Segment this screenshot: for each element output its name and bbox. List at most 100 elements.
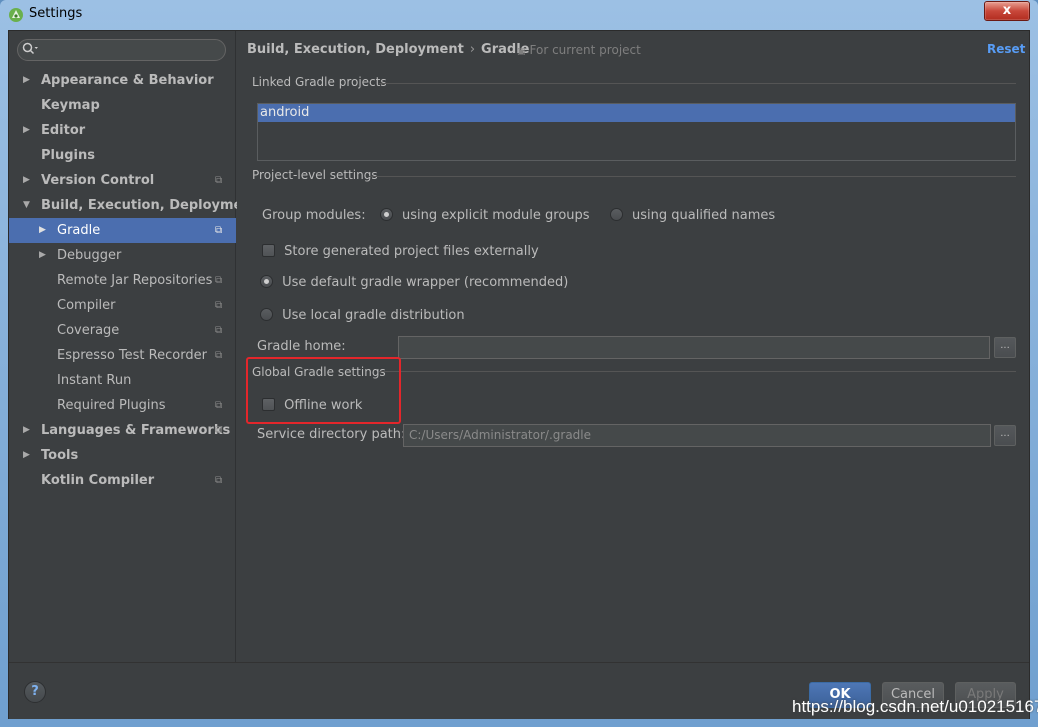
- project-scope-icon: ⧉: [215, 300, 223, 311]
- reset-link[interactable]: Reset: [987, 42, 1025, 56]
- sidebar-item-tools[interactable]: ▶ Tools: [9, 443, 236, 468]
- settings-tree: ▶ Appearance & Behavior Keymap ▶ Editor Plugi…: [9, 68, 258, 493]
- window-title: Settings: [29, 6, 83, 21]
- expand-right-icon[interactable]: ▶: [23, 168, 33, 193]
- local-distribution-radio[interactable]: [260, 308, 273, 321]
- sidebar-item-label: Build, Execution, Deployment: [41, 198, 258, 213]
- search-input[interactable]: [17, 39, 226, 61]
- sidebar-item-version-control[interactable]: ▶ Version Control ⧉: [9, 168, 236, 193]
- expand-right-icon[interactable]: ▶: [39, 243, 49, 268]
- expand-right-icon[interactable]: ▶: [39, 218, 49, 243]
- store-external-row: Store generated project files externally: [262, 244, 539, 259]
- sidebar-item-required-plugins[interactable]: Required Plugins ⧉: [9, 393, 236, 418]
- sidebar-item-build-execution-deployment[interactable]: ▼ Build, Execution, Deployment: [9, 193, 258, 218]
- sidebar-item-label: Gradle: [57, 223, 101, 238]
- linked-projects-list[interactable]: android: [257, 103, 1016, 161]
- project-scope-icon: ▣: [517, 47, 526, 57]
- gradle-settings-panel: Build, Execution, Deployment › Gradle ▣ For…: [237, 31, 1029, 662]
- highlight-box: [246, 357, 401, 424]
- sidebar-item-label: Required Plugins: [57, 398, 166, 413]
- sidebar-item-label: Instant Run: [57, 373, 132, 388]
- local-distribution-label[interactable]: Use local gradle distribution: [282, 308, 464, 323]
- sidebar-item-label: Keymap: [41, 98, 100, 113]
- default-wrapper-radio[interactable]: [260, 275, 273, 288]
- default-wrapper-row: Use default gradle wrapper (recommended): [260, 275, 568, 290]
- gradle-home-label: Gradle home:: [257, 339, 346, 354]
- sidebar-item-gradle[interactable]: ▶ Gradle ⧉: [9, 218, 236, 243]
- sidebar-item-coverage[interactable]: Coverage ⧉: [9, 318, 236, 343]
- local-distribution-row: Use local gradle distribution: [260, 308, 465, 323]
- separator: [379, 371, 1016, 372]
- store-external-label[interactable]: Store generated project files externally: [284, 244, 539, 259]
- sidebar-item-label: Editor: [41, 123, 86, 138]
- project-scope-icon: ⧉: [215, 275, 223, 286]
- explicit-groups-radio[interactable]: [379, 208, 393, 221]
- expand-right-icon[interactable]: ▶: [23, 443, 33, 468]
- service-directory-browse-button[interactable]: ...: [994, 425, 1016, 446]
- scope-label: For current project: [529, 43, 641, 57]
- separator: [369, 176, 1016, 177]
- expand-down-icon[interactable]: ▼: [23, 193, 33, 218]
- project-scope-icon: ⧉: [215, 225, 223, 236]
- breadcrumb-parent[interactable]: Build, Execution, Deployment: [247, 42, 464, 57]
- service-directory-label: Service directory path:: [257, 427, 406, 442]
- breadcrumb: Build, Execution, Deployment › Gradle: [247, 42, 529, 57]
- sidebar-item-label: Version Control: [41, 173, 155, 188]
- linked-projects-title: Linked Gradle projects: [252, 75, 387, 89]
- sidebar-item-debugger[interactable]: ▶ Debugger: [9, 243, 236, 268]
- sidebar-item-label: Appearance & Behavior: [41, 73, 214, 88]
- group-modules-row: Group modules: using explicit module gro…: [262, 208, 775, 223]
- sidebar-item-label: Remote Jar Repositories: [57, 273, 213, 288]
- service-directory-field[interactable]: C:/Users/Administrator/.gradle: [403, 424, 991, 447]
- project-scope-icon: ⧉: [215, 325, 223, 336]
- android-studio-icon: [9, 8, 23, 22]
- expand-right-icon[interactable]: ▶: [23, 418, 33, 443]
- sidebar-item-label: Espresso Test Recorder: [57, 348, 207, 363]
- project-scope-icon: ⧉: [215, 425, 223, 436]
- breadcrumb-separator-icon: ›: [469, 42, 476, 57]
- explicit-groups-label[interactable]: using explicit module groups: [402, 208, 590, 223]
- dialog-body: ▶ Appearance & Behavior Keymap ▶ Editor Plugi…: [8, 30, 1030, 719]
- search-icon: [22, 42, 42, 58]
- sidebar-item-label: Kotlin Compiler: [41, 473, 155, 488]
- expand-right-icon[interactable]: ▶: [23, 68, 33, 93]
- sidebar-item-espresso-test-recorder[interactable]: Espresso Test Recorder ⧉: [9, 343, 236, 368]
- title-bar: Settings x: [0, 0, 1038, 30]
- qualified-names-label[interactable]: using qualified names: [632, 208, 775, 223]
- sidebar-item-label: Coverage: [57, 323, 120, 338]
- sidebar-item-kotlin-compiler[interactable]: Kotlin Compiler ⧉: [9, 468, 236, 493]
- qualified-names-radio[interactable]: [609, 208, 623, 221]
- sidebar-item-appearance-behavior[interactable]: ▶ Appearance & Behavior: [9, 68, 236, 93]
- project-level-title: Project-level settings: [252, 168, 378, 182]
- sidebar-item-label: Compiler: [57, 298, 116, 313]
- scope-indicator: ▣ For current project: [517, 43, 641, 57]
- gradle-home-field[interactable]: [398, 336, 990, 359]
- expand-right-icon[interactable]: ▶: [23, 118, 33, 143]
- sidebar-item-editor[interactable]: ▶ Editor: [9, 118, 236, 143]
- sidebar-item-plugins[interactable]: Plugins: [9, 143, 236, 168]
- store-external-checkbox[interactable]: [262, 244, 275, 257]
- project-scope-icon: ⧉: [215, 400, 223, 411]
- group-modules-label: Group modules:: [262, 208, 366, 223]
- default-wrapper-label[interactable]: Use default gradle wrapper (recommended): [282, 275, 568, 290]
- gradle-home-browse-button[interactable]: ...: [994, 337, 1016, 358]
- sidebar-item-remote-jar-repositories[interactable]: Remote Jar Repositories ⧉: [9, 268, 236, 293]
- watermark: https://blog.csdn.net/u010215167: [792, 697, 1038, 716]
- project-scope-icon: ⧉: [215, 175, 223, 186]
- sidebar-item-label: Languages & Frameworks: [41, 423, 231, 438]
- list-item[interactable]: android: [258, 104, 1015, 122]
- sidebar-item-label: Debugger: [57, 248, 122, 263]
- separator: [379, 83, 1016, 84]
- sidebar-item-compiler[interactable]: Compiler ⧉: [9, 293, 236, 318]
- sidebar-item-instant-run[interactable]: Instant Run: [9, 368, 236, 393]
- settings-window: Settings x ▶ Appearance & Behavior Keymap ▶…: [0, 0, 1038, 727]
- project-scope-icon: ⧉: [215, 475, 223, 486]
- sidebar-item-label: Plugins: [41, 148, 95, 163]
- sidebar-item-keymap[interactable]: Keymap: [9, 93, 236, 118]
- settings-sidebar: ▶ Appearance & Behavior Keymap ▶ Editor Plugi…: [9, 31, 258, 662]
- close-button[interactable]: x: [984, 1, 1030, 21]
- help-button[interactable]: ?: [24, 681, 46, 703]
- sidebar-item-label: Tools: [41, 448, 79, 463]
- sidebar-item-languages-frameworks[interactable]: ▶ Languages & Frameworks ⧉: [9, 418, 236, 443]
- project-scope-icon: ⧉: [215, 350, 223, 361]
